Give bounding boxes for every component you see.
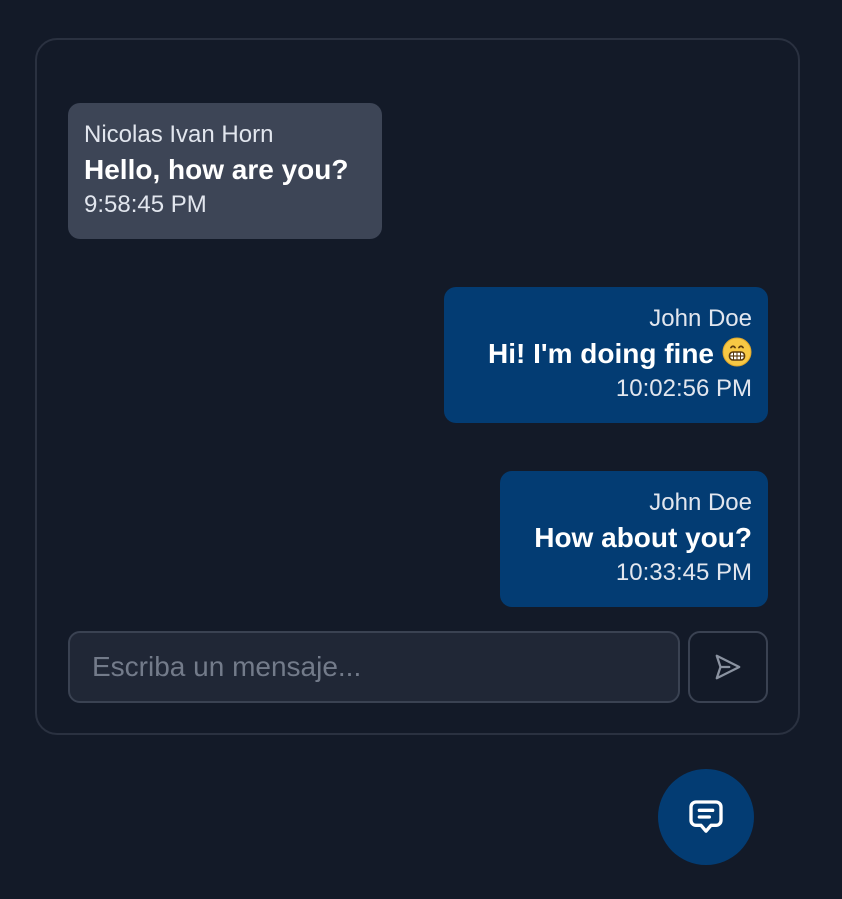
- message-timestamp: 10:33:45 PM: [615, 559, 752, 586]
- message-sender: John Doe: [649, 305, 752, 332]
- chat-toggle-button[interactable]: [658, 769, 754, 865]
- message-bubble-sent: John Doe Hi! I'm doing fine 10:02:56 PM: [444, 287, 768, 423]
- message-text-row: Hi! I'm doing fine: [460, 335, 752, 373]
- chat-icon: [689, 800, 723, 833]
- message-bubble-received: Nicolas Ivan Horn Hello, how are you? 9:…: [68, 103, 382, 239]
- send-button[interactable]: [688, 631, 768, 703]
- message-sender: John Doe: [649, 489, 752, 516]
- message-input[interactable]: [68, 631, 680, 703]
- message-text: Hi! I'm doing fine: [488, 338, 714, 369]
- message-text: Hello, how are you?: [84, 154, 349, 185]
- message-text: How about you?: [534, 522, 752, 553]
- message-bubble-sent: John Doe How about you? 10:33:45 PM: [500, 471, 768, 607]
- send-icon: [715, 654, 741, 680]
- message-sender: Nicolas Ivan Horn: [84, 121, 274, 148]
- message-timestamp: 10:02:56 PM: [615, 375, 752, 402]
- message-timestamp: 9:58:45 PM: [84, 191, 207, 218]
- grinning-face-icon: [722, 337, 752, 367]
